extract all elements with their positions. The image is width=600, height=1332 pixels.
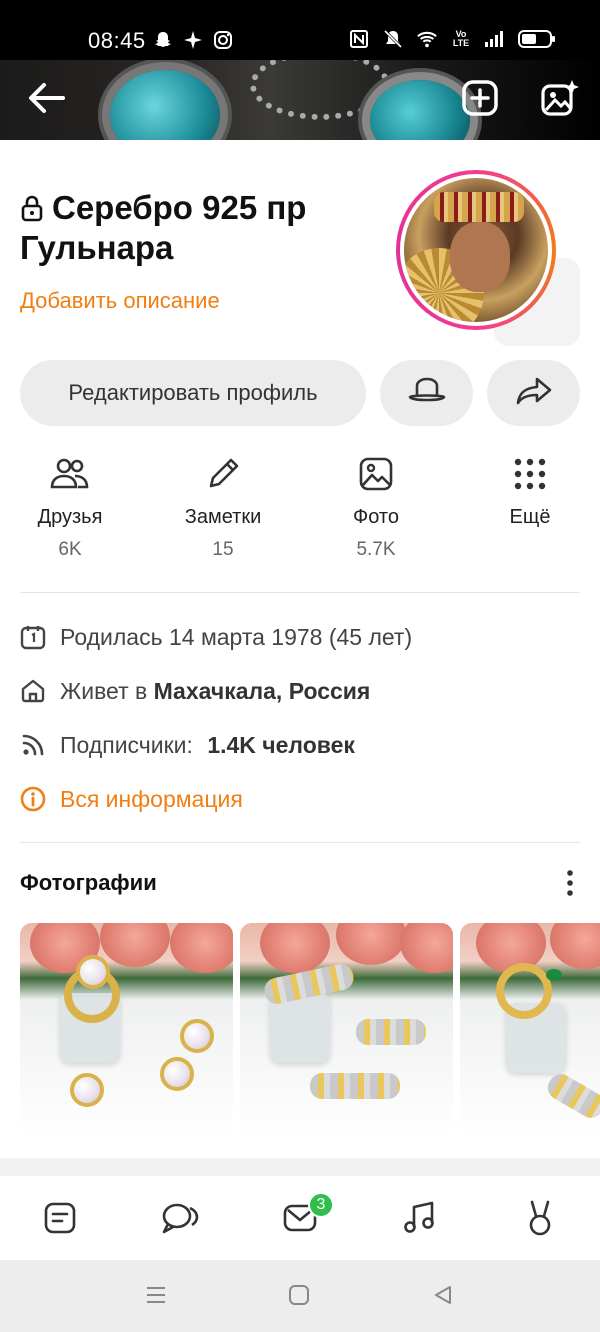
cover-chain: [250, 60, 390, 120]
friends-menu-item[interactable]: Друзья 6K: [10, 452, 130, 561]
friends-count: 6K: [58, 539, 82, 560]
add-description-link[interactable]: Добавить описание: [20, 288, 220, 314]
birthday-text: Родилась 14 марта 1978 (45 лет): [60, 623, 413, 650]
menu-lines-icon: [144, 1284, 168, 1311]
add-button[interactable]: [458, 78, 502, 122]
vertical-dots-icon: [556, 870, 584, 902]
hat-button[interactable]: [380, 360, 473, 426]
share-button[interactable]: [487, 360, 580, 426]
add-cover-photo-button[interactable]: [538, 78, 582, 122]
more-label: Ещё: [509, 506, 551, 528]
cover-photo[interactable]: [0, 60, 600, 140]
photos-more-button[interactable]: [556, 868, 584, 898]
avatar[interactable]: [396, 170, 556, 330]
avatar-image: [404, 178, 548, 322]
friends-label: Друзья: [37, 506, 103, 528]
feed-icon: [43, 1201, 77, 1240]
mute-icon: [382, 28, 404, 50]
instagram-icon: [212, 29, 234, 51]
all-info-text: Вся информация: [60, 785, 243, 812]
chat-bubbles-icon: [160, 1200, 200, 1241]
notes-count: 15: [212, 539, 234, 560]
section-separator: [0, 1158, 600, 1176]
system-navigation-bar: [0, 1260, 600, 1332]
edit-profile-button[interactable]: Редактировать профиль: [20, 360, 366, 426]
wifi-icon: [416, 28, 438, 50]
nav-chats[interactable]: [158, 1198, 202, 1242]
status-bar: 08:45 Vo LTE: [0, 0, 600, 60]
notes-menu-item[interactable]: Заметки 15: [163, 452, 283, 561]
photo-thumbnail[interactable]: [240, 923, 453, 1136]
status-time: 08:45: [88, 28, 146, 53]
photo-icon: [354, 452, 398, 496]
divider: [20, 592, 580, 593]
pencil-icon: [201, 452, 245, 496]
profile-name-text: Серебро 925 пр Гульнара: [20, 189, 307, 266]
more-menu-item[interactable]: Ещё: [470, 452, 590, 529]
notifications-badge: 3: [308, 1192, 334, 1218]
share-arrow-icon: [515, 376, 553, 411]
friends-icon: [48, 452, 92, 496]
divider: [20, 842, 580, 843]
nfc-icon: [348, 28, 370, 50]
photos-menu-item[interactable]: Фото 5.7K: [316, 452, 436, 561]
nav-music[interactable]: [398, 1198, 442, 1242]
music-icon: [402, 1200, 438, 1241]
photo-thumbnail[interactable]: [460, 923, 600, 1136]
profile-name: Серебро 925 пр Гульнара: [20, 188, 380, 268]
followers-row[interactable]: Подписчики: 1.4K человек: [20, 729, 580, 761]
nav-feed[interactable]: [38, 1198, 82, 1242]
grid-dots-icon: [508, 452, 552, 496]
rss-icon: [20, 732, 46, 758]
recent-apps-button[interactable]: [143, 1284, 169, 1310]
snapchat-icon: [152, 29, 174, 51]
ok-bunny-icon: [523, 1199, 557, 1242]
system-back-button[interactable]: [430, 1284, 456, 1310]
lock-icon: [20, 191, 46, 222]
lives-prefix: Живет в: [60, 677, 154, 704]
photos-section-title: Фотографии: [20, 870, 157, 895]
followers-prefix: Подписчики:: [60, 731, 200, 758]
battery-icon: [518, 28, 556, 50]
location-row: Живет в Махачкала, Россия: [20, 675, 580, 707]
nav-profile[interactable]: [518, 1198, 562, 1242]
lives-city: Махачкала, Россия: [153, 677, 371, 704]
signal-icon: [484, 28, 506, 50]
notes-label: Заметки: [184, 506, 262, 528]
all-info-link[interactable]: Вся информация: [20, 783, 580, 815]
calendar-icon: [20, 624, 46, 650]
back-button[interactable]: [24, 78, 68, 122]
sparkle-icon: [182, 29, 204, 51]
followers-value: 1.4K человек: [207, 731, 355, 758]
home-square-icon: [288, 1284, 310, 1311]
bottom-navigation: 3: [0, 1180, 600, 1260]
nav-notifications[interactable]: 3: [278, 1192, 334, 1242]
info-icon: [20, 786, 46, 812]
home-button[interactable]: [286, 1284, 312, 1310]
add-square-icon: [461, 79, 499, 122]
photos-count: 5.7K: [356, 539, 396, 560]
birthday-row: Родилась 14 марта 1978 (45 лет): [20, 621, 580, 653]
back-arrow-icon: [27, 82, 65, 119]
back-triangle-icon: [432, 1284, 454, 1311]
home-icon: [20, 678, 46, 704]
hat-icon: [407, 376, 447, 411]
cover-gem-left: [110, 70, 220, 140]
photos-label: Фото: [353, 506, 399, 528]
volte-text: Vo LTE: [452, 29, 470, 48]
add-photo-sparkle-icon: [540, 78, 580, 123]
volte-icon: Vo LTE: [450, 28, 472, 50]
photo-thumbnail[interactable]: [20, 923, 233, 1136]
